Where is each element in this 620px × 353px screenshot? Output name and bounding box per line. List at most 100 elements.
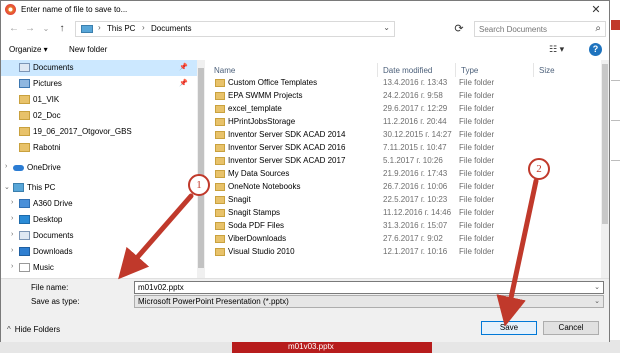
nav-item-otgovor-gbs[interactable]: 19_06_2017_Otgovor_GBS <box>1 124 197 140</box>
file-name: Snagit Stamps <box>228 208 281 217</box>
pin-icon[interactable]: 📌 <box>179 63 188 71</box>
list-item[interactable]: ViberDownloads 27.6.2017 г. 9:02 File fold… <box>205 233 601 246</box>
nav-item-documents-quick[interactable]: Documents 📌 <box>1 60 197 76</box>
folder-icon <box>19 143 30 152</box>
breadcrumb-chevron-icon[interactable]: › <box>142 23 145 32</box>
chevron-down-icon[interactable]: ⌄ <box>594 296 600 307</box>
file-name: Inventor Server SDK ACAD 2014 <box>228 130 346 139</box>
nav-item-label: This PC <box>27 183 56 192</box>
column-divider[interactable] <box>533 63 534 77</box>
nav-item-desktop[interactable]: › Desktop <box>1 212 197 228</box>
file-name-value[interactable]: m01v02.pptx <box>138 283 184 292</box>
folder-icon <box>19 95 30 104</box>
back-arrow-icon[interactable]: ← <box>7 22 21 36</box>
cancel-button[interactable]: Cancel <box>543 321 599 335</box>
nav-item-downloads[interactable]: › Downloads <box>1 244 197 260</box>
folder-icon <box>215 248 225 256</box>
file-name: excel_template <box>228 104 282 113</box>
file-name: My Data Sources <box>228 169 290 178</box>
breadcrumb-chevron-icon[interactable]: › <box>98 23 101 32</box>
date-modified: 26.7.2016 г. 10:06 <box>383 182 448 191</box>
up-arrow-icon[interactable]: ↑ <box>55 22 69 36</box>
nav-item-pictures[interactable]: Pictures 📌 <box>1 76 197 92</box>
expand-chevron-icon[interactable]: › <box>11 215 19 222</box>
change-view-icon[interactable]: ☷ ▾ <box>549 44 564 55</box>
list-item[interactable]: excel_template 29.6.2017 г. 12:29 File fol… <box>205 103 601 116</box>
hide-folders-toggle[interactable]: ^ Hide Folders <box>7 325 60 334</box>
expand-chevron-icon[interactable]: › <box>5 163 13 170</box>
help-icon[interactable]: ? <box>589 43 602 56</box>
nav-item-documents[interactable]: › Documents <box>1 228 197 244</box>
search-icon[interactable]: ⌕ <box>595 23 601 34</box>
save-as-type-value: Microsoft PowerPoint Presentation (*.ppt… <box>138 297 289 306</box>
nav-scrollbar[interactable] <box>197 60 205 278</box>
address-dropdown-icon[interactable]: ⌄ <box>383 23 390 32</box>
folder-icon <box>215 196 225 204</box>
recent-chevron-icon[interactable]: ⌄ <box>39 22 53 36</box>
breadcrumb-this-pc[interactable]: This PC <box>107 24 135 33</box>
column-divider[interactable] <box>377 63 378 77</box>
breadcrumb-documents[interactable]: Documents <box>151 24 191 33</box>
search-input[interactable] <box>475 22 587 36</box>
address-bar[interactable]: › This PC › Documents ⌄ <box>75 21 395 37</box>
list-item[interactable]: EPA SWMM Projects 24.2.2016 г. 9:58 File f… <box>205 90 601 103</box>
expand-chevron-icon[interactable]: › <box>11 231 19 238</box>
list-item[interactable]: Soda PDF Files 31.3.2016 г. 15:07 File fol… <box>205 220 601 233</box>
file-name-field[interactable]: m01v02.pptx ⌄ <box>134 281 604 294</box>
column-header-date[interactable]: Date modified <box>383 66 432 75</box>
nav-item-a360-drive[interactable]: › A360 Drive <box>1 196 197 212</box>
chevron-down-icon[interactable]: ⌄ <box>594 282 600 293</box>
nav-item-label: Music <box>33 263 54 272</box>
background-line <box>611 160 620 161</box>
list-item[interactable]: HPrintJobsStorage 11.2.2016 г. 20:44 File … <box>205 116 601 129</box>
nav-item-label: A360 Drive <box>33 199 73 208</box>
list-item[interactable]: Snagit 22.5.2017 г. 10:23 File folder <box>205 194 601 207</box>
list-item[interactable]: OneNote Notebooks 26.7.2016 г. 10:06 File … <box>205 181 601 194</box>
list-item[interactable]: Custom Office Templates 13.4.2016 г. 13:4… <box>205 77 601 90</box>
collapse-chevron-icon[interactable]: ⌄ <box>4 183 12 191</box>
expand-chevron-icon[interactable]: › <box>11 247 19 254</box>
search-box[interactable]: ⌕ <box>474 21 606 37</box>
nav-item-rabotni[interactable]: Rabotni <box>1 140 197 156</box>
column-header-type[interactable]: Type <box>461 66 478 75</box>
file-list-scrollbar[interactable] <box>601 60 609 278</box>
folder-icon <box>215 209 225 217</box>
list-item[interactable]: Inventor Server SDK ACAD 2014 30.12.2015 … <box>205 129 601 142</box>
new-folder-button[interactable]: New folder <box>69 45 107 54</box>
nav-item-music[interactable]: › Music <box>1 260 197 276</box>
nav-item-onedrive[interactable]: › OneDrive <box>1 160 197 176</box>
list-item[interactable]: Snagit Stamps 11.12.2016 г. 14:46 File fol… <box>205 207 601 220</box>
file-type: File folder <box>459 130 495 139</box>
nav-item-02-doc[interactable]: 02_Doc <box>1 108 197 124</box>
nav-item-this-pc[interactable]: ⌄ This PC <box>1 180 197 196</box>
list-item[interactable]: Inventor Server SDK ACAD 2016 7.11.2015 г… <box>205 142 601 155</box>
file-type: File folder <box>459 143 495 152</box>
save-as-type-select[interactable]: Microsoft PowerPoint Presentation (*.ppt… <box>134 295 604 308</box>
column-header-name[interactable]: Name <box>214 66 235 75</box>
background-file-tab[interactable]: m01v03.pptx <box>232 341 432 353</box>
nav-scrollbar-thumb[interactable] <box>198 68 204 268</box>
column-header-size[interactable]: Size <box>539 66 555 75</box>
nav-item-01-vik[interactable]: 01_VIK <box>1 92 197 108</box>
column-divider[interactable] <box>455 63 456 77</box>
file-name: OneNote Notebooks <box>228 182 301 191</box>
drive-icon <box>19 199 30 208</box>
forward-arrow-icon[interactable]: → <box>23 22 37 36</box>
file-list-scrollbar-thumb[interactable] <box>602 64 608 224</box>
close-icon[interactable]: ✕ <box>587 2 605 18</box>
date-modified: 13.4.2016 г. 13:43 <box>383 78 448 87</box>
pin-icon[interactable]: 📌 <box>179 79 188 87</box>
list-item[interactable]: Visual Studio 2010 12.1.2017 г. 10:16 File… <box>205 246 601 259</box>
file-type: File folder <box>459 117 495 126</box>
organize-button[interactable]: Organize ▾ <box>9 45 48 54</box>
file-name: Inventor Server SDK ACAD 2017 <box>228 156 346 165</box>
expand-chevron-icon[interactable]: › <box>11 199 19 206</box>
refresh-icon[interactable]: ⟳ <box>452 22 466 36</box>
date-modified: 11.12.2016 г. 14:46 <box>383 208 452 217</box>
date-modified: 24.2.2016 г. 9:58 <box>383 91 443 100</box>
date-modified: 31.3.2016 г. 15:07 <box>383 221 448 230</box>
expand-chevron-icon[interactable]: › <box>11 263 19 270</box>
documents-icon <box>19 231 30 240</box>
save-button[interactable]: Save <box>481 321 537 335</box>
address-row: ← → ⌄ ↑ › This PC › Documents ⌄ ⟳ ⌕ <box>1 19 609 39</box>
